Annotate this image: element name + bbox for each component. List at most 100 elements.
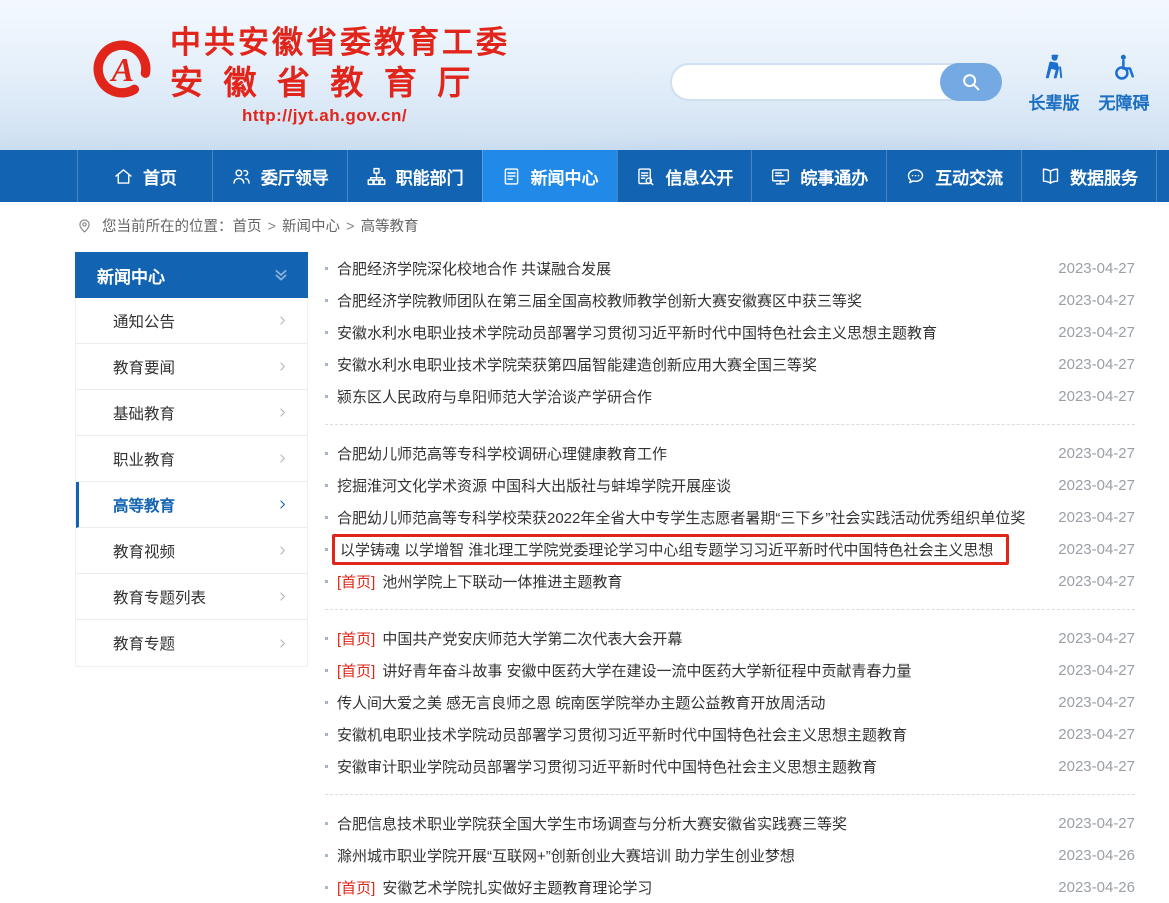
nav-item[interactable]: 信息公开 [617, 150, 752, 202]
news-link[interactable]: 以学铸魂 以学增智 淮北理工学院党委理论学习中心组专题学习习近平新时代中国特色社… [332, 534, 1009, 565]
news-link[interactable]: [首页] 池州学院上下联动一体推进主题教育 [337, 571, 622, 592]
chevron-right-icon [276, 590, 289, 603]
chevron-right-icon [276, 544, 289, 557]
news-link[interactable]: 安徽机电职业技术学院动员部署学习贯彻习近平新时代中国特色社会主义思想主题教育 [337, 724, 907, 745]
nav-item[interactable]: 数据服务 [1021, 150, 1157, 202]
sidebar-header[interactable]: 新闻中心 [75, 252, 308, 298]
breadcrumb-separator: > [342, 219, 359, 235]
sidebar-item[interactable]: 职业教育 [76, 436, 307, 482]
breadcrumb-link[interactable]: 新闻中心 [282, 219, 340, 235]
news-title: 挖掘淮河文化学术资源 中国科大出版社与蚌埠学院开展座谈 [337, 475, 731, 496]
nav-item-label: 信息公开 [665, 164, 733, 189]
news-link[interactable]: 传人间大爱之美 感无言良师之恩 皖南医学院举办主题公益教育开放周活动 [337, 692, 825, 713]
breadcrumb-link[interactable]: 高等教育 [361, 219, 419, 235]
bullet-icon [325, 637, 328, 640]
news-row: 合肥信息技术职业学院获全国大学生市场调查与分析大赛安徽省实践赛三等奖 2023-… [325, 807, 1135, 839]
news-row: 合肥经济学院教师团队在第三届全国高校教师教学创新大赛安徽赛区中获三等奖 2023… [325, 284, 1135, 316]
bullet-icon [325, 363, 328, 366]
nav-item[interactable]: 新闻中心 [482, 150, 617, 202]
nav-item-label: 委厅领导 [261, 164, 329, 189]
news-date: 2023-04-27 [1046, 388, 1135, 405]
chevron-right-icon [276, 637, 289, 650]
news-date: 2023-04-27 [1046, 573, 1135, 590]
bullet-icon [325, 484, 328, 487]
news-title: 讲好青年奋斗故事 安徽中医药大学在建设一流中医药大学新征程中贡献青春力量 [382, 660, 911, 681]
nav-item-label: 数据服务 [1070, 164, 1138, 189]
bullet-icon [325, 733, 328, 736]
nav-item-label: 新闻中心 [531, 164, 599, 189]
sidebar-item[interactable]: 通知公告 [76, 298, 307, 344]
sidebar-item[interactable]: 教育视频 [76, 528, 307, 574]
news-link[interactable]: 安徽审计职业学院动员部署学习贯彻习近平新时代中国特色社会主义思想主题教育 [337, 756, 877, 777]
elder-version-link[interactable]: 长辈版 [1022, 52, 1086, 114]
nav-item[interactable]: 委厅领导 [212, 150, 347, 202]
sidebar-item[interactable]: 教育专题列表 [76, 574, 307, 620]
news-title: 传人间大爱之美 感无言良师之恩 皖南医学院举办主题公益教育开放周活动 [337, 692, 825, 713]
chevron-right-icon [276, 314, 289, 327]
news-date: 2023-04-27 [1046, 509, 1135, 526]
news-link[interactable]: 滁州城市职业学院开展“互联网+”创新创业大赛培训 助力学生创业梦想 [337, 845, 795, 866]
nav-item-label: 首页 [143, 164, 177, 189]
sidebar-item[interactable]: 基础教育 [76, 390, 307, 436]
news-link[interactable]: 合肥幼儿师范高等专科学校调研心理健康教育工作 [337, 443, 667, 464]
sidebar-item-label: 教育专题 [113, 632, 175, 654]
nav-item[interactable]: 职能部门 [347, 150, 482, 202]
news-link[interactable]: 安徽水利水电职业技术学院荣获第四届智能建造创新应用大赛全国三等奖 [337, 354, 817, 375]
bullet-icon [325, 548, 328, 551]
breadcrumb-link[interactable]: 首页 [233, 219, 262, 235]
icon-people [231, 166, 252, 187]
news-row: 合肥幼儿师范高等专科学校调研心理健康教育工作 2023-04-27 [325, 437, 1135, 469]
news-title: 安徽机电职业技术学院动员部署学习贯彻习近平新时代中国特色社会主义思想主题教育 [337, 724, 907, 745]
sidebar-item[interactable]: 教育要闻 [76, 344, 307, 390]
chevron-right-icon [276, 406, 289, 419]
news-link[interactable]: [首页] 中国共产党安庆师范大学第二次代表大会开幕 [337, 628, 682, 649]
breadcrumb-prefix: 您当前所在的位置： [102, 215, 233, 236]
location-pin-icon [76, 217, 93, 234]
news-date: 2023-04-27 [1046, 477, 1135, 494]
news-row: [首页] 池州学院上下联动一体推进主题教育 2023-04-27 [325, 565, 1135, 597]
sidebar-item-label: 教育专题列表 [113, 586, 206, 608]
site-header: A 中共安徽省委教育工委 安徽省教育厅 http://jyt.ah.gov.cn… [0, 0, 1169, 150]
news-link[interactable]: 挖掘淮河文化学术资源 中国科大出版社与蚌埠学院开展座谈 [337, 475, 731, 496]
sidebar-item[interactable]: 教育专题 [76, 620, 307, 666]
news-row: 以学铸魂 以学增智 淮北理工学院党委理论学习中心组专题学习习近平新时代中国特色社… [325, 533, 1135, 565]
bullet-icon [325, 701, 328, 704]
bullet-icon [325, 516, 328, 519]
site-logo[interactable]: A 中共安徽省委教育工委 安徽省教育厅 http://jyt.ah.gov.cn… [88, 24, 510, 126]
icon-news [501, 166, 522, 187]
sidebar-item[interactable]: 高等教育 [76, 482, 307, 528]
search-button[interactable] [940, 63, 1002, 101]
news-row: 安徽水利水电职业技术学院动员部署学习贯彻习近平新时代中国特色社会主义思想主题教育… [325, 316, 1135, 348]
news-link[interactable]: [首页] 安徽艺术学院扎实做好主题教育理论学习 [337, 877, 652, 898]
news-title: 以学铸魂 以学增智 淮北理工学院党委理论学习中心组专题学习习近平新时代中国特色社… [340, 539, 993, 560]
news-row: 滁州城市职业学院开展“互联网+”创新创业大赛培训 助力学生创业梦想 2023-0… [325, 839, 1135, 871]
news-link[interactable]: 合肥幼儿师范高等专科学校荣获2022年全省大中专学生志愿者暑期“三下乡”社会实践… [337, 507, 1025, 528]
bullet-icon [325, 299, 328, 302]
news-list: 合肥经济学院深化校地合作 共谋融合发展 2023-04-27 合肥经济学院教师团… [325, 252, 1135, 903]
news-row: 挖掘淮河文化学术资源 中国科大出版社与蚌埠学院开展座谈 2023-04-27 [325, 469, 1135, 501]
chevron-right-icon [276, 452, 289, 465]
nav-item[interactable]: 皖事通办 [751, 150, 886, 202]
nav-item[interactable]: 首页 [77, 150, 212, 202]
icon-docsearch [635, 166, 656, 187]
news-link[interactable]: [首页] 讲好青年奋斗故事 安徽中医药大学在建设一流中医药大学新征程中贡献青春力… [337, 660, 912, 681]
news-link[interactable]: 合肥信息技术职业学院获全国大学生市场调查与分析大赛安徽省实践赛三等奖 [337, 813, 847, 834]
bullet-icon [325, 822, 328, 825]
bullet-icon [325, 267, 328, 270]
news-link[interactable]: 颍东区人民政府与阜阳师范大学洽谈产学研合作 [337, 386, 652, 407]
main-nav: 首页 委厅领导 职能部门 新闻中心 信息公开 皖事通办 互动交流 数据服务 [0, 150, 1169, 202]
site-url: http://jyt.ah.gov.cn/ [242, 106, 510, 126]
wheelchair-icon [1109, 52, 1139, 82]
nav-item[interactable]: 互动交流 [886, 150, 1021, 202]
news-link[interactable]: 合肥经济学院深化校地合作 共谋融合发展 [337, 258, 611, 279]
bullet-icon [325, 452, 328, 455]
nav-item-label: 职能部门 [396, 164, 464, 189]
news-title: 中国共产党安庆师范大学第二次代表大会开幕 [382, 628, 682, 649]
sidebar-item-label: 职业教育 [113, 448, 175, 470]
news-link[interactable]: 合肥经济学院教师团队在第三届全国高校教师教学创新大赛安徽赛区中获三等奖 [337, 290, 862, 311]
bullet-icon [325, 669, 328, 672]
sidebar-item-label: 教育视频 [113, 540, 175, 562]
news-date: 2023-04-27 [1046, 758, 1135, 775]
accessibility-link[interactable]: 无障碍 [1092, 52, 1156, 114]
news-link[interactable]: 安徽水利水电职业技术学院动员部署学习贯彻习近平新时代中国特色社会主义思想主题教育 [337, 322, 937, 343]
